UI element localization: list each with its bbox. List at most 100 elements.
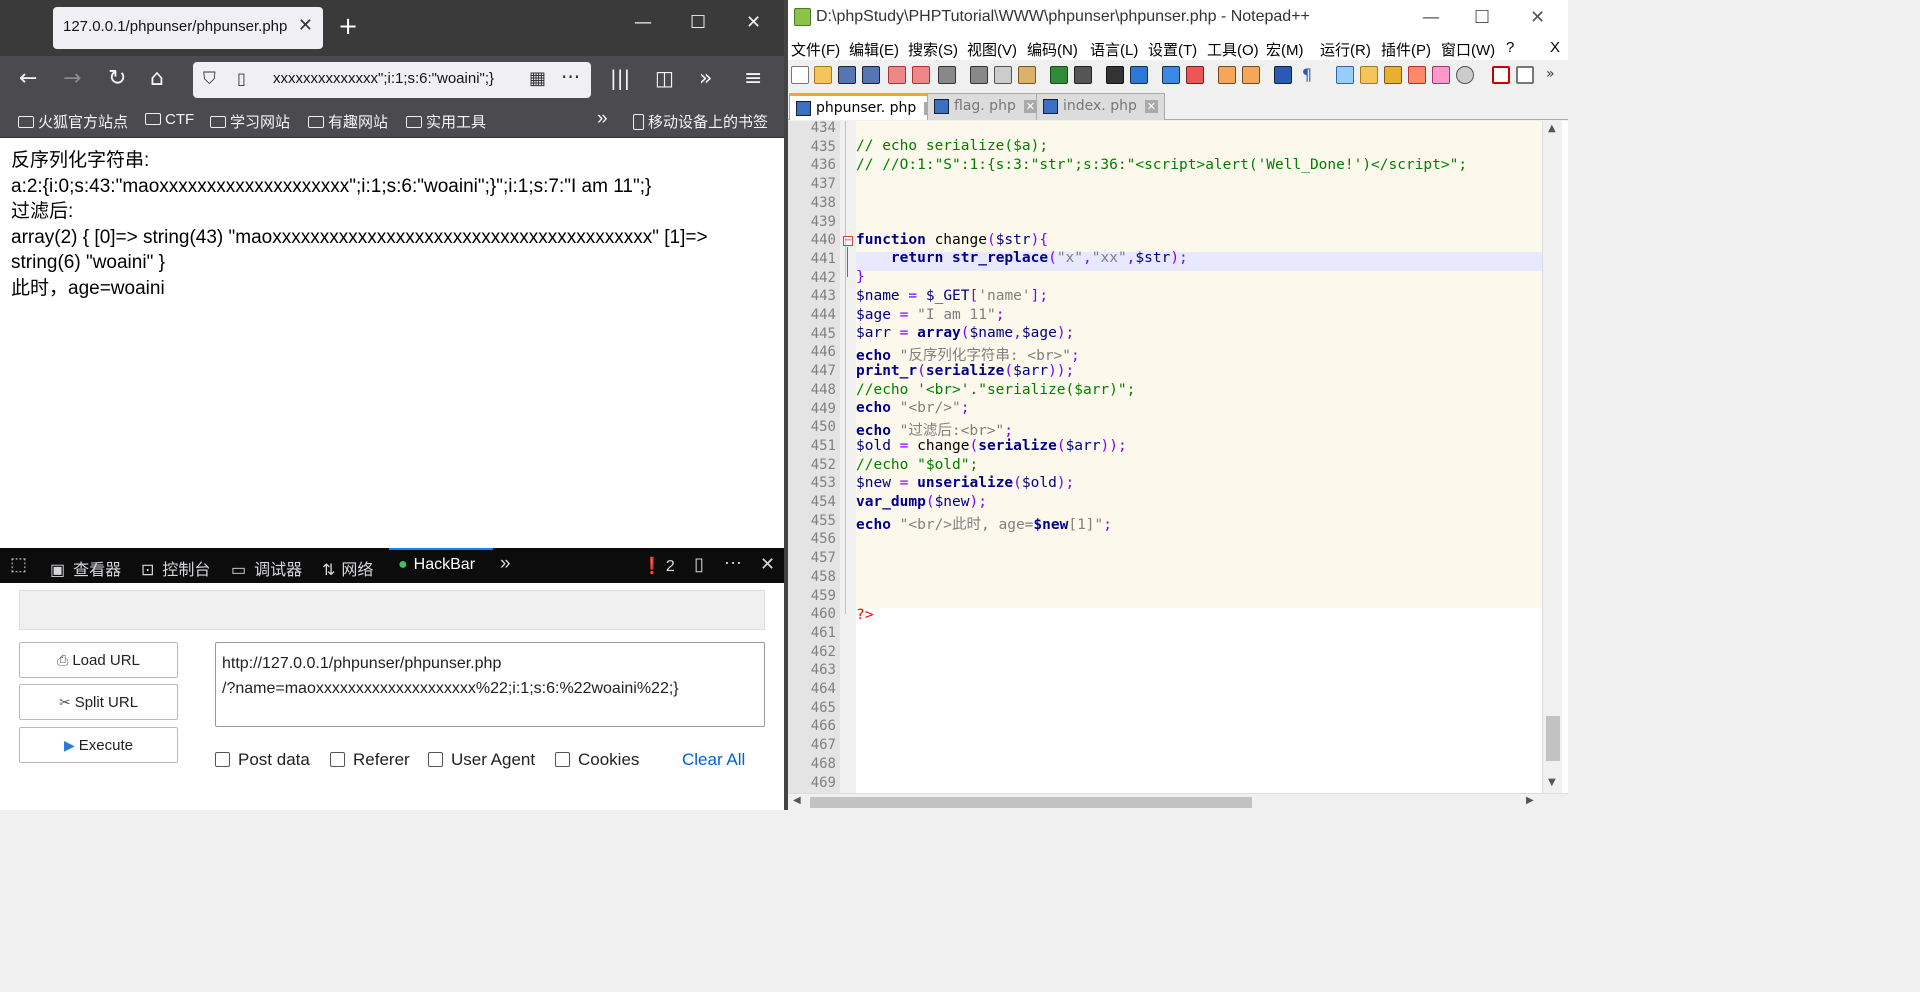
redo-icon[interactable] xyxy=(1074,66,1092,84)
paste-icon[interactable] xyxy=(1018,66,1036,84)
scroll-right-icon[interactable]: ▶ xyxy=(1526,795,1534,806)
hackbar-url-textarea[interactable]: http://127.0.0.1/phpunser/phpunser.php /… xyxy=(215,642,765,727)
sync-horizontal-icon[interactable] xyxy=(1242,66,1260,84)
split-url-button[interactable]: ✂ Split URL xyxy=(19,684,178,720)
devtools-menu-icon[interactable]: ··· xyxy=(724,552,742,573)
hackbar-top-field[interactable] xyxy=(19,590,765,630)
checkbox-box[interactable] xyxy=(428,752,443,767)
menu-encoding[interactable]: 编码(N) xyxy=(1027,39,1078,60)
back-icon[interactable]: ← xyxy=(19,66,37,91)
error-count[interactable]: ❗ 2 xyxy=(642,556,675,576)
user-agent-checkbox[interactable]: User Agent xyxy=(428,750,535,770)
menu-icon[interactable]: ≡ xyxy=(744,66,762,91)
sidebar-icon[interactable]: ◫ xyxy=(655,66,674,90)
devtools-tab-hackbar[interactable]: ● HackBar xyxy=(398,556,475,574)
save-icon[interactable] xyxy=(838,66,856,84)
open-file-icon[interactable] xyxy=(814,66,832,84)
menu-settings[interactable]: 设置(T) xyxy=(1148,39,1197,60)
post-data-checkbox[interactable]: Post data xyxy=(215,750,310,770)
new-tab-icon[interactable]: + xyxy=(338,12,358,40)
execute-button[interactable]: ▶ Execute xyxy=(19,727,178,763)
close-tab-icon[interactable]: ✕ xyxy=(298,15,313,36)
checkbox-box[interactable] xyxy=(215,752,230,767)
scroll-up-icon[interactable]: ▲ xyxy=(1548,123,1556,134)
menu-plugins[interactable]: 插件(P) xyxy=(1381,39,1431,60)
bookmark-folder[interactable]: 实用工具 xyxy=(406,111,486,132)
devtools-overflow-icon[interactable]: » xyxy=(500,553,511,575)
menu-close-doc[interactable]: X xyxy=(1550,39,1560,56)
reload-icon[interactable]: ↻ xyxy=(108,66,126,91)
copy-icon[interactable] xyxy=(994,66,1012,84)
menu-search[interactable]: 搜索(S) xyxy=(908,39,958,60)
close-tab-icon[interactable]: ✕ xyxy=(1023,100,1037,113)
checkbox-box[interactable] xyxy=(330,752,345,767)
find-icon[interactable] xyxy=(1106,66,1124,84)
vertical-scrollbar[interactable]: ▲ ▼ xyxy=(1542,121,1562,793)
close-all-icon[interactable] xyxy=(912,66,930,84)
devtools-close-icon[interactable]: ✕ xyxy=(760,554,775,575)
browser-tab[interactable]: 127.0.0.1/phpunser/phpunser.php ✕ xyxy=(53,7,323,49)
bookmark-folder[interactable]: 火狐官方站点 xyxy=(18,111,128,132)
bookmark-folder[interactable]: 学习网站 xyxy=(210,111,290,132)
url-bar[interactable]: ⛉ ▯ xxxxxxxxxxxxxx";i:1;s:6:"woaini";} ▦… xyxy=(193,62,591,98)
folder-workspace-icon[interactable] xyxy=(1432,66,1450,84)
maximize-icon[interactable]: ☐ xyxy=(1474,7,1490,28)
cut-icon[interactable] xyxy=(970,66,988,84)
replace-icon[interactable] xyxy=(1130,66,1148,84)
monitoring-icon[interactable] xyxy=(1456,66,1474,84)
tab-flag[interactable]: flag. php ✕ xyxy=(927,93,1044,120)
window-close-icon[interactable]: ✕ xyxy=(746,12,761,33)
menu-file[interactable]: 文件(F) xyxy=(791,39,840,60)
close-file-icon[interactable] xyxy=(888,66,906,84)
close-tab-icon[interactable]: ✕ xyxy=(1144,100,1158,113)
library-icon[interactable]: ||| xyxy=(610,66,630,90)
scroll-down-icon[interactable]: ▼ xyxy=(1548,777,1556,788)
horizontal-scrollbar[interactable]: ◀ ▶ xyxy=(788,793,1568,810)
shield-icon[interactable]: ⛉ xyxy=(203,69,216,89)
indent-guide-icon[interactable] xyxy=(1336,66,1354,84)
sync-vertical-icon[interactable] xyxy=(1218,66,1236,84)
menu-tools[interactable]: 工具(O) xyxy=(1207,39,1259,60)
vertical-scroll-thumb[interactable] xyxy=(1546,716,1560,761)
doc-map-icon[interactable] xyxy=(1384,66,1402,84)
page-info-icon[interactable]: ▯ xyxy=(237,69,246,88)
menu-help[interactable]: ? xyxy=(1506,39,1514,56)
show-all-chars-icon[interactable]: ¶ xyxy=(1298,66,1316,84)
menu-language[interactable]: 语言(L) xyxy=(1090,39,1138,60)
bookmark-folder[interactable]: 有趣网站 xyxy=(308,111,388,132)
save-all-icon[interactable] xyxy=(862,66,880,84)
window-close-icon[interactable]: ✕ xyxy=(1530,7,1545,28)
responsive-mode-icon[interactable]: ▯ xyxy=(694,554,704,575)
stop-macro-icon[interactable] xyxy=(1516,66,1534,84)
function-list-icon[interactable] xyxy=(1408,66,1426,84)
code-editor[interactable]: − 434 435 436 437 438 439 440 441 442 443 444 445 44… xyxy=(788,120,1568,793)
load-url-button[interactable]: ⎙ Load URL xyxy=(19,642,178,678)
menu-run[interactable]: 运行(R) xyxy=(1320,39,1371,60)
menu-view[interactable]: 视图(V) xyxy=(967,39,1017,60)
referer-checkbox[interactable]: Referer xyxy=(330,750,410,770)
cookies-checkbox[interactable]: Cookies xyxy=(555,750,639,770)
devtools-tab-debugger[interactable]: ▭ 调试器 xyxy=(231,556,302,580)
record-macro-icon[interactable] xyxy=(1492,66,1510,84)
undo-icon[interactable] xyxy=(1050,66,1068,84)
new-file-icon[interactable] xyxy=(791,66,809,84)
home-icon[interactable]: ⌂ xyxy=(150,66,164,91)
devtools-tab-inspector[interactable]: ▣ 查看器 xyxy=(50,556,121,580)
zoom-in-icon[interactable] xyxy=(1162,66,1180,84)
forward-icon[interactable]: → xyxy=(63,66,81,91)
toolbar-overflow-icon[interactable]: » xyxy=(1546,66,1564,84)
url-text[interactable]: xxxxxxxxxxxxxx";i:1;s:6:"woaini";} xyxy=(273,70,523,87)
bookmarks-overflow-icon[interactable]: » xyxy=(597,108,608,130)
print-icon[interactable] xyxy=(938,66,956,84)
qr-code-icon[interactable]: ▦ xyxy=(529,68,546,89)
clear-all-link[interactable]: Clear All xyxy=(682,750,745,770)
overflow-chevron-icon[interactable]: » xyxy=(699,66,712,91)
menu-window[interactable]: 窗口(W) xyxy=(1441,39,1495,60)
word-wrap-icon[interactable] xyxy=(1274,66,1292,84)
bookmark-folder[interactable]: CTF xyxy=(145,111,194,128)
page-actions-icon[interactable]: ··· xyxy=(561,65,580,89)
element-picker-icon[interactable]: ⬚ xyxy=(10,554,27,575)
minimize-icon[interactable]: — xyxy=(1422,7,1440,28)
maximize-icon[interactable]: ☐ xyxy=(690,12,706,33)
devtools-tab-console[interactable]: ⊡ 控制台 xyxy=(141,556,210,580)
